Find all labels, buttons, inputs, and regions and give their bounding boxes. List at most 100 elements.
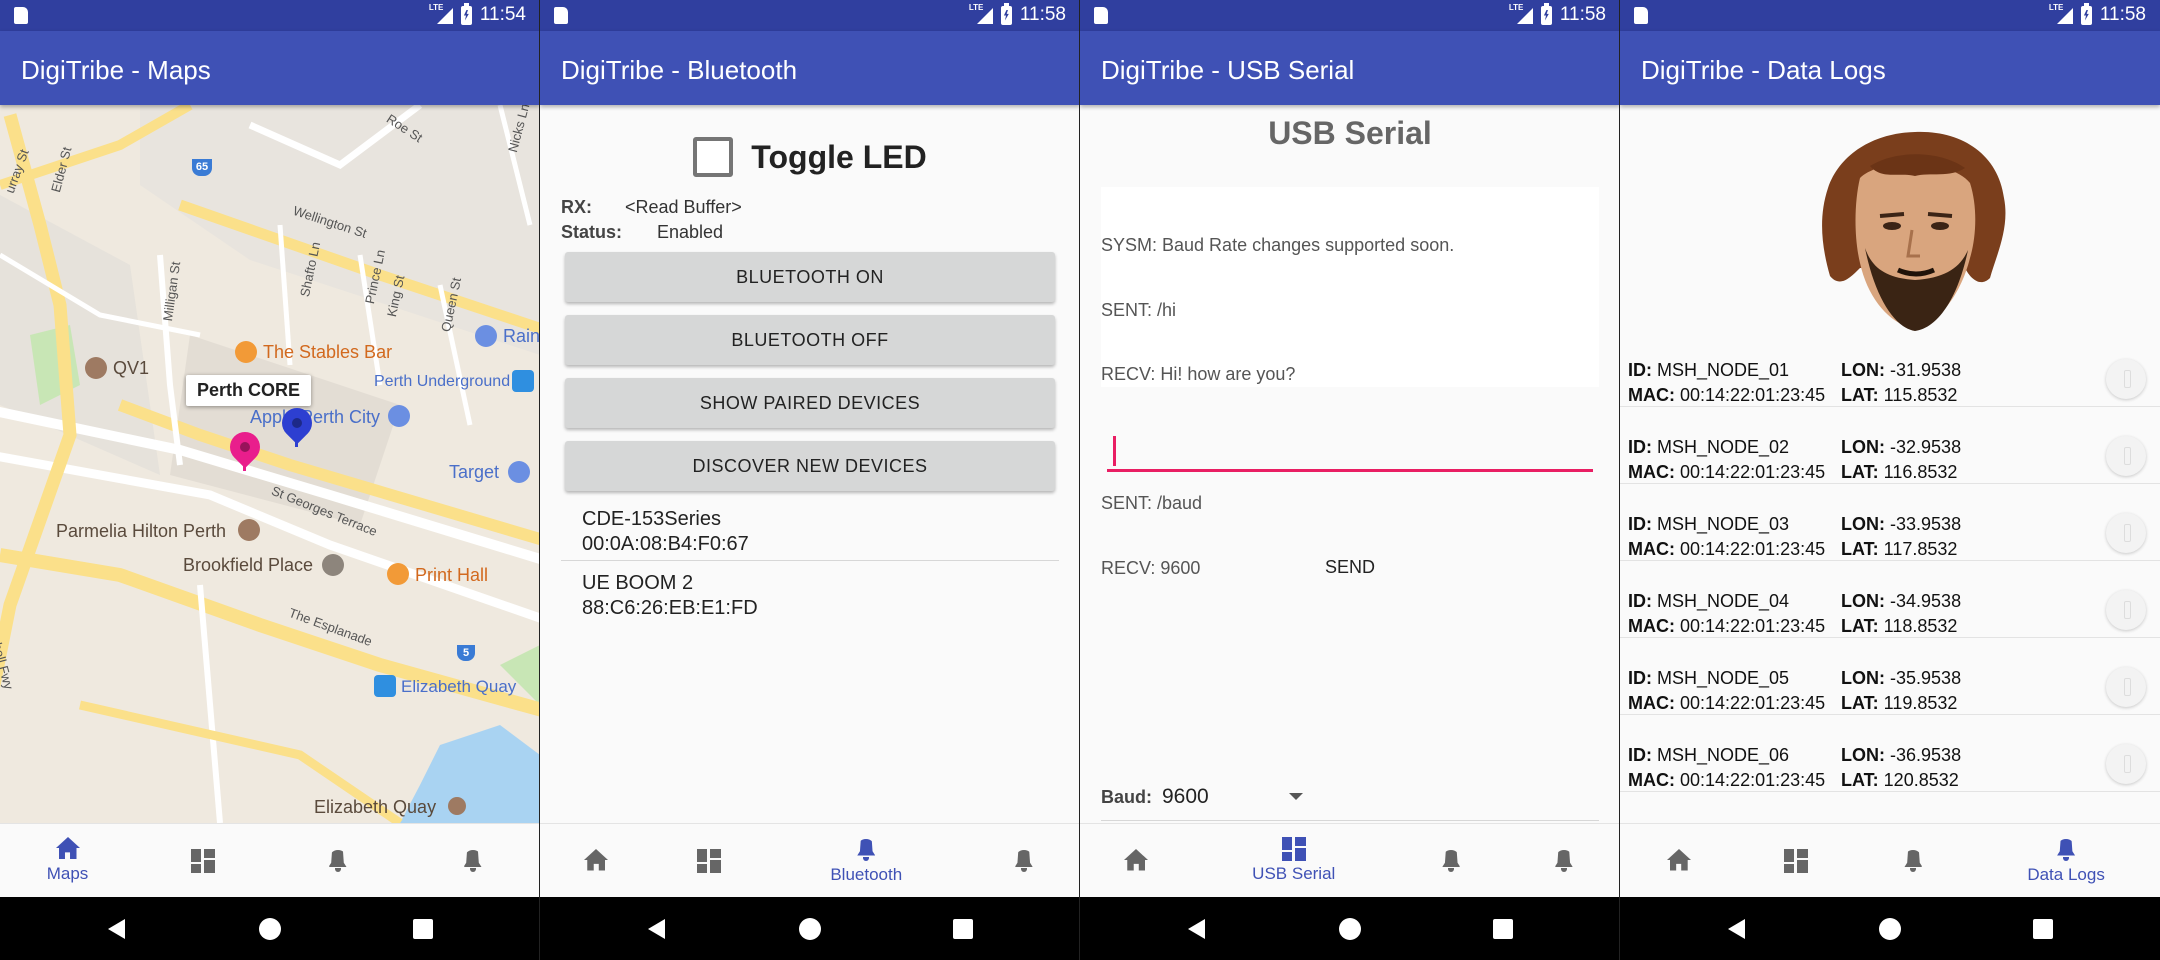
discover-new-devices-button[interactable]: DISCOVER NEW DEVICES <box>565 441 1055 491</box>
show-paired-devices-button[interactable]: SHOW PAIRED DEVICES <box>565 378 1055 428</box>
lte-signal-icon: LTE <box>2049 3 2073 25</box>
battery-charging-icon <box>2080 2 2092 25</box>
map-view[interactable]: Roe St Nicks Ln Elder St urray St Wellin… <box>0 105 539 823</box>
table-row[interactable]: ID: MSH_NODE_04 MAC: 00:14:22:01:23:45 LO… <box>1620 582 2160 638</box>
nav-item-dashboard[interactable] <box>653 824 766 897</box>
back-icon[interactable] <box>1728 919 1745 939</box>
nav-item-maps[interactable]: Maps <box>0 824 135 897</box>
bottom-navigation: Maps <box>0 823 539 897</box>
nav-item-notifications[interactable] <box>1395 824 1508 897</box>
nav-item-home[interactable] <box>540 824 653 897</box>
map-label-print-hall[interactable]: Print Hall <box>415 565 488 586</box>
info-icon[interactable] <box>2106 359 2146 399</box>
lon-label: LON: <box>1841 360 1885 380</box>
status-time: 11:54 <box>479 4 526 25</box>
nav-item-notifications[interactable] <box>270 824 405 897</box>
recent-apps-icon[interactable] <box>2033 919 2053 939</box>
usb-serial-screen: LTE 11:58 DigiTribe - USB Serial USB Ser… <box>1080 0 1620 960</box>
home-button-icon[interactable] <box>259 918 281 940</box>
rx-label: RX: <box>561 197 592 217</box>
landmark-poi-icon[interactable] <box>448 797 466 815</box>
table-row[interactable]: ID: MSH_NODE_06 MAC: 00:14:22:01:23:45 LO… <box>1620 736 2160 792</box>
toggle-led-row[interactable]: Toggle LED <box>540 137 1079 177</box>
shopping-poi-icon[interactable] <box>508 461 530 483</box>
train-station-icon[interactable] <box>374 675 396 697</box>
shopping-poi-icon[interactable] <box>475 325 497 347</box>
home-icon <box>1123 848 1149 873</box>
bar-poi-icon[interactable] <box>387 563 409 585</box>
landmark-poi-icon[interactable] <box>85 357 107 379</box>
nav-item-bluetooth[interactable]: Bluetooth <box>765 824 968 897</box>
map-label-rain[interactable]: Rain <box>503 326 539 347</box>
map-label-qv1[interactable]: QV1 <box>113 358 149 379</box>
map-label-perth-underground[interactable]: Perth Underground <box>374 373 510 391</box>
nav-item-notifications[interactable] <box>405 824 539 897</box>
home-button-icon[interactable] <box>799 918 821 940</box>
table-row[interactable]: ID: MSH_NODE_01 MAC: 00:14:22:01:23:45 LO… <box>1620 351 2160 407</box>
nav-item-notifications[interactable] <box>1508 824 1620 897</box>
bell-icon <box>1902 848 1924 873</box>
back-icon[interactable] <box>1188 919 1205 939</box>
back-icon[interactable] <box>108 919 125 939</box>
marker-info-window[interactable]: Perth CORE <box>186 375 312 406</box>
bluetooth-on-button[interactable]: BLUETOOTH ON <box>565 252 1055 302</box>
bell-icon <box>1440 848 1462 873</box>
toggle-led-checkbox[interactable] <box>693 137 734 177</box>
nav-item-home[interactable] <box>1620 824 1737 897</box>
nav-item-dashboard[interactable] <box>1737 824 1854 897</box>
serial-command-field[interactable] <box>1107 432 1593 472</box>
bluetooth-off-button[interactable]: BLUETOOTH OFF <box>565 315 1055 365</box>
id-label: ID: <box>1628 514 1652 534</box>
map-label-apple-perth-city[interactable]: Apple Perth City <box>250 407 380 428</box>
recent-apps-icon[interactable] <box>953 919 973 939</box>
rx-value: <Read Buffer> <box>625 197 742 217</box>
home-button-icon[interactable] <box>1339 918 1361 940</box>
landmark-poi-icon[interactable] <box>322 554 344 576</box>
bar-poi-icon[interactable] <box>235 341 257 363</box>
shopping-poi-icon[interactable] <box>388 405 410 427</box>
back-icon[interactable] <box>648 919 665 939</box>
map-label-elizabeth-quay-station[interactable]: Elizabeth Quay <box>401 677 516 697</box>
recent-apps-icon[interactable] <box>1493 919 1513 939</box>
baud-rate-select[interactable]: 9600 <box>1162 785 1209 809</box>
map-label-stables-bar[interactable]: The Stables Bar <box>263 342 392 363</box>
map-label-target[interactable]: Target <box>449 462 499 483</box>
send-button[interactable]: SEND <box>1101 540 1599 595</box>
serial-command-input[interactable] <box>1107 432 1593 470</box>
node-id: MSH_NODE_04 <box>1657 591 1790 611</box>
table-row[interactable]: ID: MSH_NODE_05 MAC: 00:14:22:01:23:45 LO… <box>1620 659 2160 715</box>
nav-item-usb-serial[interactable]: USB Serial <box>1193 824 1396 897</box>
map-label-elizabeth-quay[interactable]: Elizabeth Quay <box>314 797 436 818</box>
nav-item-notifications[interactable] <box>968 824 1080 897</box>
info-icon[interactable] <box>2106 667 2146 707</box>
node-lon: -35.9538 <box>1890 668 1962 688</box>
map-label-parmelia-hilton[interactable]: Parmelia Hilton Perth <box>56 521 226 542</box>
info-icon[interactable] <box>2106 744 2146 784</box>
device-list-item[interactable]: CDE-153Series 00:0A:08:B4:F0:67 <box>561 497 1059 561</box>
status-label: Status: <box>561 222 623 242</box>
info-icon[interactable] <box>2106 436 2146 476</box>
info-icon[interactable] <box>2106 590 2146 630</box>
lat-label: LAT: <box>1841 461 1879 482</box>
nav-item-home[interactable] <box>1080 824 1193 897</box>
map-label-brookfield-place[interactable]: Brookfield Place <box>183 555 313 576</box>
recent-apps-icon[interactable] <box>413 919 433 939</box>
status-row: Status: Enabled <box>561 222 723 243</box>
status-time: 11:58 <box>2099 4 2146 25</box>
nav-item-data-logs[interactable]: Data Logs <box>1972 824 2160 897</box>
train-station-icon[interactable] <box>512 370 534 392</box>
table-row[interactable]: ID: MSH_NODE_02 MAC: 00:14:22:01:23:45 LO… <box>1620 428 2160 484</box>
id-label: ID: <box>1628 668 1652 688</box>
table-row[interactable]: ID: MSH_NODE_03 MAC: 00:14:22:01:23:45 LO… <box>1620 505 2160 561</box>
log-line: SENT: /baud <box>1101 493 1203 513</box>
node-lat: 120.8532 <box>1883 769 1959 790</box>
info-icon[interactable] <box>2106 513 2146 553</box>
device-list-item[interactable]: UE BOOM 2 88:C6:26:EB:E1:FD <box>561 561 1059 625</box>
nav-item-notifications[interactable] <box>1855 824 1972 897</box>
nav-item-dashboard[interactable] <box>135 824 270 897</box>
hotel-poi-icon[interactable] <box>238 519 260 541</box>
id-label: ID: <box>1628 591 1652 611</box>
home-button-icon[interactable] <box>1879 918 1901 940</box>
node-id: MSH_NODE_05 <box>1657 668 1790 688</box>
dropdown-arrow-icon[interactable] <box>1289 793 1303 800</box>
